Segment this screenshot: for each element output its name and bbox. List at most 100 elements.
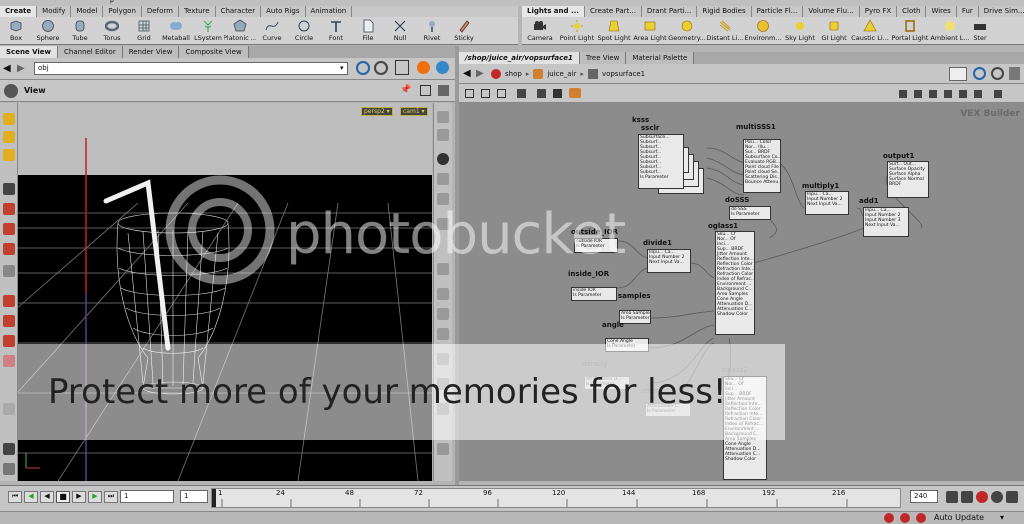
scene-path-field[interactable]: obj [34,62,348,75]
shelf-tab[interactable]: Polygon [103,6,142,17]
stop-icon[interactable]: ■ [56,491,70,503]
layout-icon[interactable] [994,90,1002,98]
display-option-icon[interactable] [437,111,449,123]
node-outside-ior[interactable]: outside IOR Is Parameter [574,238,618,253]
jump-end-icon[interactable]: ⏭ [104,491,118,503]
link-icon[interactable] [374,61,388,75]
shelf-tab[interactable]: Pyro FX [860,6,898,17]
point-light-tool[interactable]: Point Light [558,17,596,44]
network-tool-icon[interactable] [465,89,474,98]
realtime-icon[interactable] [991,491,1003,503]
node-divide1[interactable]: Inpu... Ca... Input Number 2 Next Input … [647,249,691,273]
torus-tool[interactable]: Torus [96,17,128,44]
shelf-tab[interactable]: Lights and ... [522,6,585,17]
node-label[interactable]: ksss [632,116,649,124]
portal-light-tool[interactable]: Portal Light [890,17,930,44]
node-output1[interactable]: Surf... Out... Surface Opacity Surface A… [887,161,929,198]
node-multiply1[interactable]: Inpu... Ca... Input Number 2 Next Input … [805,191,849,215]
shelf-tab[interactable]: Wires [926,6,957,17]
tube-tool[interactable]: Tube [64,17,96,44]
display-option-icon[interactable] [437,403,449,415]
display-option-icon[interactable] [437,353,449,365]
box-tool[interactable]: Box [0,17,32,44]
current-frame-field[interactable]: 1 [120,490,174,503]
shelf-tab[interactable]: Create Part... [585,6,642,17]
back-arrow-icon[interactable]: ◀ [3,63,11,74]
play-reverse-icon[interactable]: ◀ [40,491,54,503]
platonic-tool[interactable]: Platonic ... [224,17,256,44]
shelf-tab[interactable]: Create [0,6,38,17]
select-tool-icon[interactable] [3,113,15,125]
caustic-light-tool[interactable]: Caustic Li... [850,17,890,44]
node-label[interactable]: density [582,360,608,368]
breadcrumb-item[interactable]: shop [505,70,522,78]
node-label[interactable]: angle [602,321,624,329]
warning-icon[interactable] [900,513,910,523]
shelf-tab[interactable]: Deform [142,6,179,17]
head-icon[interactable] [437,153,449,165]
snap-icon[interactable] [3,443,15,455]
view-menu-icon[interactable] [4,84,18,98]
move-handle-icon[interactable] [3,203,15,215]
font-tool[interactable]: Font [320,17,352,44]
handle-icon[interactable] [3,463,15,475]
camera-tool[interactable]: Camera [522,17,558,44]
node-add1[interactable]: Inpu... Ca... Input Number 2 Input Numbe… [863,207,909,237]
message-icon[interactable] [916,513,926,523]
camera-persp-button[interactable]: persp2 ▾ [361,107,393,116]
display-option-icon[interactable] [437,308,449,320]
node-label[interactable]: oglass1 [708,222,738,230]
display-option-icon[interactable] [437,378,449,390]
shelf-tab[interactable]: Drant Parti... [642,6,698,17]
audio-icon[interactable] [961,491,973,503]
pin-icon[interactable] [356,61,370,75]
layout-icon[interactable] [944,90,952,98]
cube-view-icon[interactable] [395,60,409,75]
layout-icon[interactable] [959,90,967,98]
forward-arrow-icon[interactable]: ▶ [17,63,25,74]
camera-cam-button[interactable]: cam1 ▾ [400,107,428,116]
network-tool-icon[interactable] [537,89,546,98]
pose-icon[interactable] [3,265,15,277]
scene-viewport[interactable]: persp2 ▾ cam1 ▾ [18,103,432,481]
end-frame-field[interactable]: 240 [910,490,938,503]
node-density[interactable]: Attenuation D... Is Parameter [584,376,630,390]
node-multisss1[interactable]: Posi... Color Nor... Illu... Sur... BRDF… [743,139,781,193]
ambient-light-tool[interactable]: Ambient L... [930,17,970,44]
network-tool-icon[interactable] [481,89,490,98]
auto-update-dropdown-icon[interactable]: ▾ [1000,513,1004,522]
path-dropdown-icon[interactable]: ▾ [340,64,344,72]
node-label[interactable]: divide1 [643,239,672,247]
node-inside-ior[interactable]: inside IOR Is Parameter [571,287,617,301]
area-light-tool[interactable]: Area Light [632,17,668,44]
shelf-tab[interactable]: Volume Flu... [803,6,860,17]
network-editor[interactable]: VEX Builder ksss ssclr Subsurface... Sub… [459,103,1024,481]
node-label[interactable]: add1 [859,197,879,205]
curve-tool[interactable]: Curve [256,17,288,44]
shelf-tab[interactable]: Fur [957,6,979,17]
key-icon[interactable] [946,491,958,503]
network-tool-icon[interactable] [517,89,526,98]
gi-light-tool[interactable]: GI Light [818,17,850,44]
global-anim-icon[interactable] [1006,491,1018,503]
link-icon[interactable] [991,67,1004,80]
pointer-icon[interactable] [3,183,15,195]
spot-light-tool[interactable]: Spot Light [596,17,632,44]
pane-options-icon[interactable] [1009,67,1020,80]
tab-material-palette[interactable]: Material Palette [626,52,695,64]
display-option-icon[interactable] [437,288,449,300]
tab-scene-view[interactable]: Scene View [0,46,59,58]
display-option-icon[interactable] [437,129,449,141]
tab-channel-editor[interactable]: Channel Editor [58,46,123,58]
display-option-icon[interactable] [437,193,449,205]
auto-update-menu[interactable]: Auto Update [934,513,984,522]
node-label[interactable]: ssclr [641,124,659,132]
shelf-tab[interactable]: Particle Fl... [752,6,804,17]
node-label[interactable]: atten [641,387,660,395]
pane-divider[interactable] [455,46,459,485]
tab-composite-view[interactable]: Composite View [179,46,249,58]
shelf-tab[interactable]: Rigid Bodies [697,6,752,17]
tab-network[interactable]: /shop/juice_air/vopsurface1 [459,52,580,64]
tool-red-icon[interactable] [3,315,15,327]
node-label[interactable]: oglass2 [721,366,748,374]
